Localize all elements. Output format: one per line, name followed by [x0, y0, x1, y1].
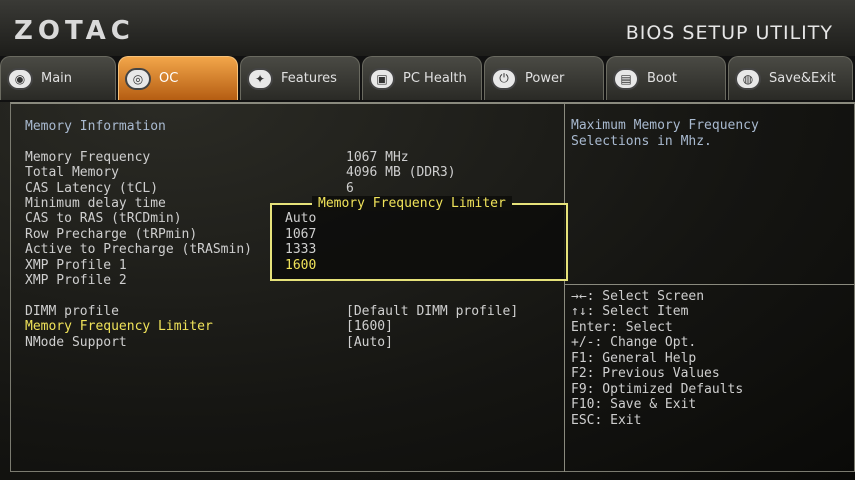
- key-hint-select-item: ↑↓: Select Item: [571, 304, 689, 319]
- key-hint-f10: F10: Save & Exit: [571, 397, 697, 412]
- info-label-xmp-profile-2: XMP Profile 2: [25, 273, 127, 288]
- tab-label: OC: [159, 71, 179, 86]
- tab-oc[interactable]: ◎ OC: [118, 56, 238, 100]
- tab-label: Save&Exit: [769, 71, 836, 86]
- info-label-cas-latency: CAS Latency (tCL): [25, 181, 159, 196]
- tab-boot[interactable]: ▤ Boot: [606, 56, 726, 100]
- info-label-active-to-precharge: Active to Precharge (tRASmin): [25, 242, 252, 257]
- tab-save-exit[interactable]: ◍ Save&Exit: [728, 56, 853, 100]
- popup-option-1600[interactable]: 1600: [285, 258, 316, 273]
- info-label-row-precharge: Row Precharge (tRPmin): [25, 227, 198, 242]
- info-value-total-memory: 4096 MB (DDR3): [346, 165, 456, 180]
- tab-pc-health[interactable]: ▣ PC Health: [362, 56, 482, 100]
- tab-label: Boot: [647, 71, 677, 86]
- popup-option-1067[interactable]: 1067: [285, 227, 316, 242]
- popup-option-1333[interactable]: 1333: [285, 242, 316, 257]
- bios-screen: ZOTAC BIOS SETUP UTILITY ◉ Main ◎ OC ✦ F…: [0, 0, 855, 480]
- help-divider: [564, 284, 854, 285]
- lock-icon: ▤: [613, 67, 639, 90]
- monitor-icon: ▣: [369, 67, 395, 90]
- utility-title: BIOS SETUP UTILITY: [625, 22, 833, 44]
- info-label-memory-frequency: Memory Frequency: [25, 150, 151, 165]
- setting-label-dimm-profile[interactable]: DIMM profile: [25, 304, 119, 319]
- panel-divider: [564, 104, 565, 472]
- info-label-cas-to-ras: CAS to RAS (tRCDmin): [25, 211, 182, 226]
- info-value-memory-frequency: 1067 MHz: [346, 150, 409, 165]
- key-hint-esc: ESC: Exit: [571, 413, 642, 428]
- help-text-line-2: Selections in Mhz.: [571, 134, 712, 149]
- tab-power[interactable]: ⏻ Power: [484, 56, 604, 100]
- brand-logo: ZOTAC: [14, 16, 135, 46]
- wrench-icon: ✦: [247, 67, 273, 90]
- circle-icon: ◉: [7, 67, 33, 90]
- help-text-line-1: Maximum Memory Frequency: [571, 118, 759, 133]
- setting-label-nmode-support[interactable]: NMode Support: [25, 335, 127, 350]
- setting-label-memory-frequency-limiter[interactable]: Memory Frequency Limiter: [25, 319, 213, 334]
- key-hint-f1: F1: General Help: [571, 351, 697, 366]
- info-label-xmp-profile-1: XMP Profile 1: [25, 258, 127, 273]
- info-label-total-memory: Total Memory: [25, 165, 119, 180]
- info-label-minimum-delay: Minimum delay time: [25, 196, 166, 211]
- key-hint-select-screen: →←: Select Screen: [571, 289, 705, 304]
- tab-label: Features: [281, 71, 337, 86]
- key-hint-f2: F2: Previous Values: [571, 366, 720, 381]
- popup-title: Memory Frequency Limiter: [312, 196, 512, 211]
- disk-icon: ◍: [735, 67, 761, 90]
- tab-features[interactable]: ✦ Features: [240, 56, 360, 100]
- tab-label: Main: [41, 71, 73, 86]
- setting-value-dimm-profile[interactable]: [Default DIMM profile]: [346, 304, 518, 319]
- header: ZOTAC BIOS SETUP UTILITY: [0, 0, 855, 56]
- tab-label: Power: [525, 71, 565, 86]
- power-icon: ⏻: [491, 67, 517, 90]
- gauge-icon: ◎: [125, 67, 151, 90]
- tab-bar: ◉ Main ◎ OC ✦ Features ▣ PC Health ⏻ Pow…: [0, 56, 855, 102]
- info-value-cas-latency: 6: [346, 181, 354, 196]
- section-title: Memory Information: [25, 119, 166, 134]
- tab-main[interactable]: ◉ Main: [0, 56, 116, 100]
- key-hint-f9: F9: Optimized Defaults: [571, 382, 744, 397]
- tab-label: PC Health: [403, 71, 467, 86]
- popup-option-auto[interactable]: Auto: [285, 211, 316, 226]
- key-hint-change-opt: +/-: Change Opt.: [571, 335, 697, 350]
- setting-value-nmode-support[interactable]: [Auto]: [346, 335, 393, 350]
- setting-value-memory-frequency-limiter[interactable]: [1600]: [346, 319, 393, 334]
- key-hint-enter: Enter: Select: [571, 320, 673, 335]
